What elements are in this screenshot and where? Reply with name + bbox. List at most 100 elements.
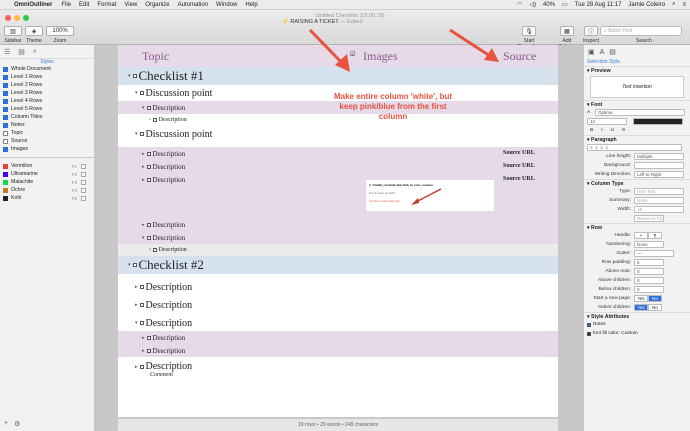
bold-button[interactable]: B — [590, 128, 593, 133]
outline-row[interactable]: • Description — [118, 244, 558, 256]
menu-window[interactable]: Window — [216, 2, 237, 8]
menu-app-name[interactable]: OmniOutliner — [14, 2, 52, 8]
row-checkbox[interactable] — [132, 263, 137, 267]
row-topic[interactable]: Discussion point — [146, 129, 213, 140]
row-checkbox[interactable] — [139, 91, 144, 95]
row-topic[interactable]: Description — [146, 361, 193, 372]
row-topic[interactable]: Description — [153, 176, 186, 184]
outline-row[interactable]: ▾ Description — [118, 231, 558, 244]
add-style-icon[interactable]: + — [4, 420, 8, 428]
underline-button[interactable]: U — [611, 128, 614, 133]
row-topic[interactable]: Description — [153, 334, 186, 342]
close-window-button[interactable] — [5, 15, 11, 21]
style-item-notes[interactable]: Notes — [0, 121, 94, 129]
gutter-control[interactable]: — — [634, 250, 674, 257]
row-topic[interactable]: Description — [159, 117, 187, 123]
outline-row[interactable]: ▾ Discussion point — [118, 126, 558, 142]
font-color-well[interactable] — [633, 118, 683, 125]
above-note-field[interactable]: 0 — [634, 268, 664, 275]
summary-select[interactable]: None — [634, 197, 684, 204]
zoom-control[interactable]: 100% Zoom — [46, 26, 74, 44]
volume-icon[interactable]: ◁) — [529, 1, 536, 8]
battery-percent[interactable]: 40% — [543, 2, 555, 8]
row-topic[interactable]: Description — [153, 347, 186, 355]
outline-row[interactable]: ▾ Checklist #2 — [118, 256, 558, 274]
style-item-level-3[interactable]: Level 3 Rows — [0, 89, 94, 97]
gear-icon[interactable]: ⚙ — [14, 420, 20, 428]
minimize-window-button[interactable] — [14, 15, 20, 21]
outline-row[interactable]: ▸ Description Comment — [118, 361, 558, 383]
wifi-icon[interactable]: ◠ — [517, 1, 522, 8]
style-item-column-titles[interactable]: Column Titles — [0, 113, 94, 121]
topic-column-title[interactable]: Topic — [142, 49, 169, 64]
row-checkbox[interactable] — [132, 74, 137, 78]
spotlight-icon[interactable]: ⌕ — [672, 1, 675, 8]
row-checkbox[interactable] — [139, 285, 144, 289]
menu-help[interactable]: Help — [245, 2, 257, 8]
row-topic[interactable]: Description — [146, 318, 193, 329]
strikethrough-button[interactable]: S — [622, 128, 625, 133]
section-style-attributes[interactable]: ▾ Style Attributes — [584, 312, 690, 320]
row-note[interactable]: Comment — [135, 372, 558, 378]
row-topic[interactable]: Description — [146, 300, 193, 311]
style-tab-icon[interactable]: ▣ — [588, 48, 595, 56]
writing-direction-select[interactable]: Left to Right — [634, 171, 684, 178]
source-url-cell[interactable]: Source URL — [503, 150, 535, 156]
row-topic[interactable]: Description — [153, 163, 186, 171]
style-checkbox[interactable] — [81, 195, 86, 201]
style-item-level-5[interactable]: Level 5 Rows — [0, 105, 94, 113]
indent-children-toggle[interactable]: Yes No — [634, 304, 662, 311]
document-title[interactable]: ⚡ RAISING A TICKET — Edited — [282, 19, 363, 25]
zoom-value[interactable]: 100% — [46, 26, 74, 36]
named-style-ochre[interactable]: Ochre F4 — [0, 186, 94, 194]
menu-file[interactable]: File — [61, 2, 71, 8]
menubar-clock[interactable]: Tue 28 Aug 11:17 — [575, 2, 622, 8]
row-checkbox[interactable] — [146, 222, 151, 227]
font-style-icon[interactable]: A — [587, 110, 595, 115]
new-page-no[interactable]: No — [648, 295, 662, 302]
menu-organize[interactable]: Organize — [145, 2, 169, 8]
row-topic[interactable]: Description — [153, 221, 186, 229]
row-topic[interactable]: Description — [153, 234, 186, 242]
column-type-select[interactable]: Rich Text — [634, 188, 684, 195]
indent-yes[interactable]: Yes — [634, 304, 648, 311]
row-topic[interactable]: Description — [159, 247, 187, 253]
outline-row[interactable]: ▸ Description — [118, 344, 558, 357]
row-checkbox[interactable] — [146, 335, 151, 340]
inspect-button[interactable]: ⓘ Inspect — [580, 26, 602, 44]
menu-list-icon[interactable]: ≡ — [682, 2, 686, 8]
style-item-source[interactable]: Source — [0, 137, 94, 145]
new-page-yes[interactable]: Yes — [634, 295, 648, 302]
handle-bullet-option[interactable]: • — [634, 232, 648, 239]
disclosure-triangle-icon[interactable]: ▾ — [128, 73, 131, 79]
font-family-select[interactable]: Optima — [595, 109, 685, 116]
style-item-level-2[interactable]: Level 2 Rows — [0, 81, 94, 89]
named-style-malachite[interactable]: Malachite F3 — [0, 178, 94, 186]
row-checkbox[interactable] — [139, 303, 144, 307]
indent-no[interactable]: No — [648, 304, 662, 311]
source-url-cell[interactable]: Source URL — [503, 163, 535, 169]
menu-automation[interactable]: Automation — [178, 2, 208, 8]
outline-row[interactable]: ▾ Description — [118, 315, 558, 331]
menu-format[interactable]: Format — [97, 2, 116, 8]
row-checkbox[interactable] — [146, 151, 151, 156]
theme-button[interactable]: ◈ Theme — [25, 26, 43, 44]
style-item-level-1[interactable]: Level 1 Rows — [0, 73, 94, 81]
row-checkbox[interactable] — [139, 321, 144, 325]
disclosure-triangle-icon[interactable]: ▾ — [135, 131, 138, 137]
font-size-field[interactable]: 12 — [587, 118, 627, 125]
outline-row[interactable]: ▸ Description Source URL — [118, 160, 558, 173]
section-font[interactable]: ▾ Font — [584, 100, 690, 108]
source-url-cell[interactable]: Source URL — [503, 176, 535, 182]
style-checkbox[interactable] — [81, 171, 86, 177]
outline-row[interactable]: ▸ Description — [118, 331, 558, 344]
sidebar-button[interactable]: ▥ Sidebar — [4, 26, 22, 44]
disclosure-triangle-icon[interactable]: ▾ — [142, 235, 145, 241]
above-children-field[interactable]: 0 — [634, 277, 664, 284]
numbering-select[interactable]: None — [634, 241, 664, 248]
row-checkbox[interactable] — [146, 235, 151, 240]
row-checkbox[interactable] — [139, 132, 144, 136]
style-item-level-4[interactable]: Level 4 Rows — [0, 97, 94, 105]
disclosure-triangle-icon[interactable]: ▾ — [135, 90, 138, 96]
outline-row[interactable]: ▸ Description — [118, 297, 558, 313]
